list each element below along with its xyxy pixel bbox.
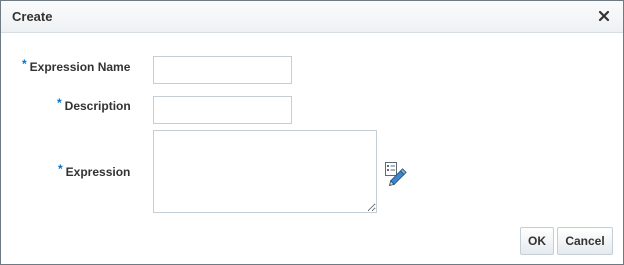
close-icon[interactable] xyxy=(598,9,610,22)
ok-button[interactable]: OK xyxy=(520,227,554,255)
create-dialog: Create * Expression Name * Description * Ex… xyxy=(0,0,624,265)
expression-textarea[interactable] xyxy=(153,130,377,213)
description-input[interactable] xyxy=(153,96,292,124)
expression-label: * Expression xyxy=(58,162,131,179)
dialog-title: Create xyxy=(12,9,53,24)
cancel-button[interactable]: Cancel xyxy=(557,227,613,255)
required-marker: * xyxy=(22,57,27,71)
expression-label-text: Expression xyxy=(65,165,131,179)
required-marker: * xyxy=(58,162,63,176)
expression-builder-icon[interactable] xyxy=(384,161,410,187)
expression-name-input[interactable] xyxy=(153,56,292,84)
dialog-titlebar: Create xyxy=(1,1,623,33)
required-marker: * xyxy=(57,96,62,110)
description-label: * Description xyxy=(57,96,131,113)
description-label-text: Description xyxy=(64,99,131,113)
expression-name-label: * Expression Name xyxy=(22,57,131,74)
expression-name-label-text: Expression Name xyxy=(29,60,131,74)
